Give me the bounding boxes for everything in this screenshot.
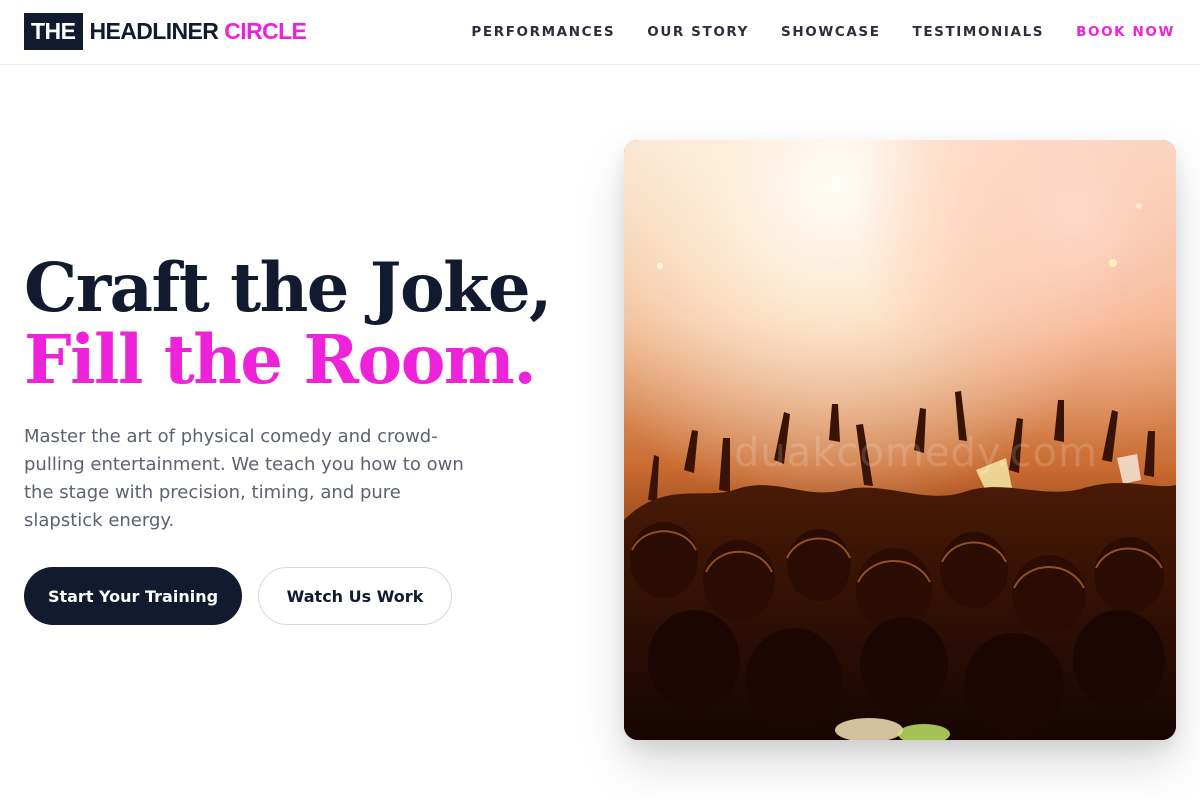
start-training-button[interactable]: Start Your Training [24, 567, 242, 625]
hero-image: duakcomedy.com [624, 140, 1176, 740]
nav-link-performances[interactable]: PERFORMANCES [471, 24, 615, 40]
brand-logo[interactable]: THE HEADLINER CIRCLE [24, 13, 307, 50]
brand-logo-accent: CIRCLE [224, 18, 307, 44]
main-nav: PERFORMANCES OUR STORY SHOWCASE TESTIMON… [439, 0, 1175, 64]
site-header: THE HEADLINER CIRCLE PERFORMANCES OUR ST… [0, 0, 1200, 65]
nav-link-testimonials[interactable]: TESTIMONIALS [913, 24, 1045, 40]
hero-headline-line2: Fill the Room. [24, 320, 537, 399]
nav-link-showcase[interactable]: SHOWCASE [781, 24, 881, 40]
hero-headline: Craft the Joke, Fill the Room. [24, 252, 584, 396]
nav-link-book-now[interactable]: BOOK NOW [1076, 24, 1175, 40]
brand-logo-word: HEADLINER [89, 18, 219, 44]
concert-crowd-illustration [624, 140, 1176, 740]
nav-link-our-story[interactable]: OUR STORY [647, 24, 749, 40]
hero-lead-text: Master the art of physical comedy and cr… [24, 426, 464, 531]
brand-logo-box: THE [24, 13, 83, 50]
watch-us-work-button[interactable]: Watch Us Work [258, 567, 452, 625]
hero-headline-line1: Craft the Joke, [24, 248, 553, 327]
